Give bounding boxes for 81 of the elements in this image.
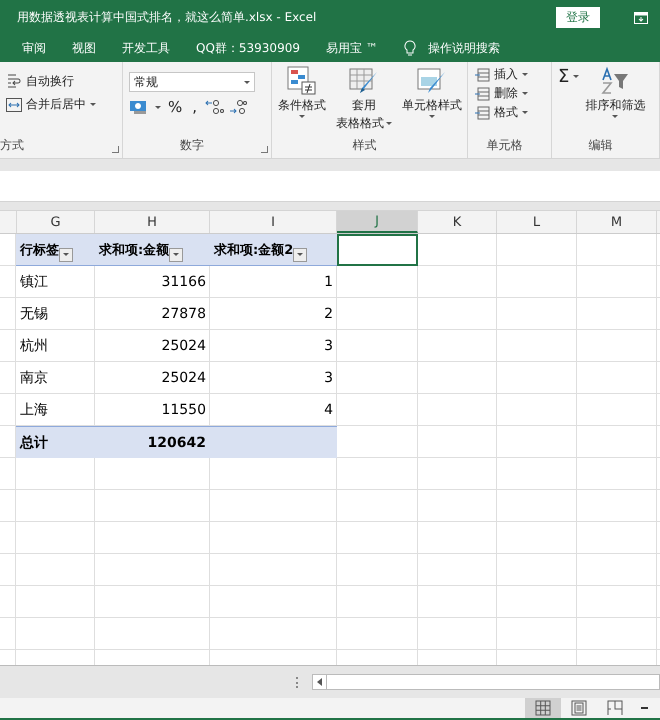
column-header[interactable]: J (337, 211, 418, 233)
splitter-handle[interactable] (296, 676, 300, 688)
page-break-icon (607, 700, 623, 716)
pivot-header: 求和项:金额2 (214, 242, 294, 258)
cell-text: 25024 (161, 370, 206, 386)
wrap-text-button[interactable]: 自动换行 (26, 72, 74, 90)
wrap-text-icon (6, 72, 22, 90)
pivot-header: 求和项:金额 (99, 242, 170, 258)
login-button[interactable]: 登录 (556, 7, 600, 28)
cell-text: 120642 (148, 434, 206, 450)
cell-text: 杭州 (20, 336, 48, 354)
merge-center-button[interactable]: 合并后居中 (26, 96, 86, 113)
sort-filter-icon (600, 66, 630, 96)
normal-view-button[interactable] (525, 698, 561, 718)
conditional-formatting-button[interactable]: 条件格式 (278, 66, 326, 118)
cell-text: 4 (324, 402, 333, 418)
cell-text: 27878 (161, 306, 206, 322)
increase-decimal-icon[interactable] (204, 98, 224, 116)
group-label: 样式 (352, 137, 378, 154)
ribbon-tab[interactable]: QQ群：53930909 (196, 40, 300, 57)
cell-text: 镇江 (20, 272, 48, 290)
active-cell[interactable] (337, 234, 418, 266)
group-label: 编辑 (588, 137, 614, 154)
column-header[interactable]: L (497, 211, 577, 233)
cell-text: 总计 (20, 434, 48, 452)
filter-dropdown-button[interactable] (293, 248, 308, 262)
cell-text: 1 (324, 274, 333, 290)
cells-icon (474, 86, 490, 100)
caret-icon[interactable] (522, 73, 528, 76)
group-label: 单元格 (486, 137, 524, 154)
cell-text: 25024 (161, 338, 206, 354)
cells-icon (474, 68, 490, 82)
autosum-button[interactable]: Σ (558, 66, 570, 87)
cell-text: 无锡 (20, 304, 48, 322)
cells-button[interactable]: 删除 (494, 85, 518, 102)
filter-dropdown-button[interactable] (59, 248, 73, 262)
dialog-launcher-icon[interactable] (261, 146, 268, 153)
cells-icon (474, 106, 490, 120)
cell-styles-button[interactable]: 单元格样式 (402, 66, 462, 118)
ribbon-display-icon[interactable] (634, 12, 648, 24)
horizontal-scrollbar[interactable] (312, 674, 660, 690)
dialog-launcher-icon[interactable] (112, 146, 119, 153)
cell-text: 3 (324, 370, 333, 386)
page-icon (571, 700, 587, 716)
filter-dropdown-button[interactable] (169, 248, 184, 262)
group-label: 方式 (0, 137, 25, 154)
cells-button[interactable]: 格式 (494, 104, 518, 121)
lightbulb-icon (404, 40, 416, 57)
ribbon-tab[interactable]: 审阅 (22, 40, 46, 57)
caret-icon[interactable] (155, 106, 161, 108)
decrease-decimal-icon[interactable] (228, 98, 248, 116)
window-title: 用数据透视表计算中国式排名，就这么简单.xlsx - Excel (17, 9, 318, 26)
group-label: 数字 (179, 137, 205, 154)
cell-text: 3 (324, 338, 333, 354)
ribbon-tab[interactable]: 视图 (72, 40, 96, 57)
format-as-table-button[interactable]: 套用 表格格式 (336, 66, 392, 132)
tell-me-search[interactable]: 操作说明搜索 (428, 40, 500, 57)
cell-text: 南京 (20, 368, 48, 386)
merge-center-icon (6, 98, 22, 112)
caret-icon[interactable] (522, 111, 528, 114)
column-header[interactable]: H (95, 211, 210, 233)
conditional-formatting-icon (287, 66, 317, 96)
caret-icon[interactable] (573, 75, 580, 78)
sort-filter-button[interactable]: 排序和筛选 (585, 66, 646, 118)
grid-icon (535, 700, 551, 716)
cells-button[interactable]: 插入 (494, 66, 518, 83)
comma-button[interactable]: , (189, 98, 200, 116)
cell-text: 上海 (20, 400, 48, 418)
cell-text: 2 (324, 306, 333, 322)
cell-text: 31166 (161, 274, 206, 290)
ribbon-tab[interactable]: 开发工具 (122, 40, 170, 57)
caret-icon[interactable] (522, 92, 528, 95)
column-header[interactable]: M (577, 211, 657, 233)
ribbon-tab[interactable]: 易用宝 ™ (326, 40, 378, 57)
caret-icon[interactable] (90, 103, 96, 106)
column-header[interactable]: G (16, 211, 95, 233)
percent-button[interactable]: % (165, 98, 186, 116)
number-format-dropdown[interactable]: 常规 (129, 72, 255, 92)
cell-text: 11550 (161, 402, 206, 418)
pivot-header: 行标签 (20, 242, 59, 258)
column-header[interactable]: K (418, 211, 497, 233)
